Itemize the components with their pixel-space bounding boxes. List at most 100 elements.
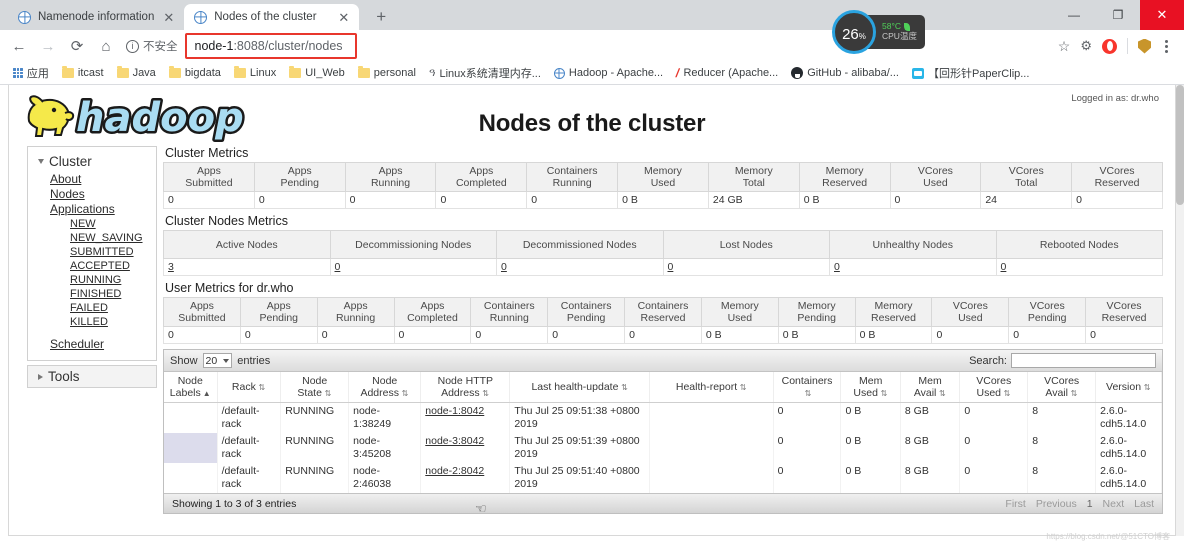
sort-icon[interactable]: ⇅: [482, 390, 490, 398]
sort-icon[interactable]: ⇅: [804, 390, 812, 398]
sort-icon[interactable]: ⇅: [1003, 390, 1011, 398]
th-node-address[interactable]: Node Address ⇅: [348, 372, 422, 403]
browser-tab-nodes-of-the-cluster[interactable]: Nodes of the cluster ✕: [184, 4, 360, 30]
bookmark-reducer-apache[interactable]: / Reducer (Apache...: [671, 65, 783, 81]
sidebar-link[interactable]: NEW_SAVING: [70, 232, 143, 244]
sidebar-link[interactable]: About: [50, 172, 81, 186]
search-input[interactable]: [1011, 353, 1156, 368]
cpu-monitor-widget[interactable]: 26% 58°C CPU温度: [832, 10, 925, 54]
sort-icon[interactable]: ⇅: [739, 384, 747, 392]
sidebar-item-nodes[interactable]: Nodes: [28, 187, 156, 202]
th-containers[interactable]: Containers⇅: [773, 372, 842, 403]
th-mem-used[interactable]: Mem Used ⇅: [840, 372, 901, 403]
pager-last[interactable]: Last: [1134, 498, 1154, 510]
th-version[interactable]: Version ⇅: [1095, 372, 1162, 403]
node-http-link[interactable]: node-3:8042: [425, 435, 484, 447]
browser-tab-namenode-information[interactable]: Namenode information ✕: [8, 4, 185, 30]
close-icon[interactable]: ✕: [161, 11, 176, 24]
extension-icon[interactable]: ⚙: [1080, 38, 1092, 54]
bookmark-github-alibaba[interactable]: GitHub - alibaba/...: [786, 66, 904, 80]
bookmark-personal[interactable]: personal: [353, 66, 421, 80]
sort-icon[interactable]: ⇅: [324, 390, 332, 398]
hadoop-logo[interactable]: hadoop hadoop: [21, 91, 271, 144]
node-http-link[interactable]: node-2:8042: [425, 465, 484, 477]
bookmark-java[interactable]: Java: [112, 66, 161, 80]
address-bar[interactable]: node-1:8088/cluster/nodes: [184, 33, 357, 59]
bookmark-star-icon[interactable]: ☆: [1058, 38, 1071, 55]
sort-icon[interactable]: ⇅: [938, 390, 946, 398]
sidebar-item-finished[interactable]: FINISHED: [28, 287, 156, 301]
sidebar-item-about[interactable]: About: [28, 172, 156, 187]
sidebar-item-failed[interactable]: FAILED: [28, 301, 156, 315]
pager-first[interactable]: First: [1005, 498, 1025, 510]
page-scrollbar[interactable]: [1176, 85, 1184, 536]
shield-icon[interactable]: [1138, 38, 1151, 54]
pager-previous[interactable]: Previous: [1036, 498, 1077, 510]
bookmark-linux[interactable]: Linux: [229, 66, 281, 80]
pager-page-1[interactable]: 1: [1087, 498, 1093, 510]
th-mem-avail[interactable]: Mem Avail ⇅: [900, 372, 961, 403]
decommissioning-nodes-link[interactable]: 0: [335, 261, 341, 273]
sort-icon[interactable]: ⇅: [1070, 390, 1078, 398]
node-http-link[interactable]: node-1:8042: [425, 405, 484, 417]
bookmark-apps[interactable]: 应用: [8, 64, 54, 82]
sidebar-link[interactable]: Scheduler: [50, 337, 104, 351]
forward-icon[interactable]: →: [35, 33, 61, 59]
unhealthy-nodes-link[interactable]: 0: [834, 261, 840, 273]
new-tab-button[interactable]: +: [367, 7, 395, 27]
bookmark-linux-memory[interactable]: ዓ Linux系统清理内存...: [424, 64, 546, 82]
sort-icon[interactable]: ⇅: [1143, 384, 1151, 392]
sort-icon[interactable]: ⇅: [880, 390, 888, 398]
active-nodes-link[interactable]: 3: [168, 261, 174, 273]
sidebar-tools-box[interactable]: Tools: [27, 365, 157, 388]
sort-asc-icon[interactable]: ▲: [203, 390, 211, 398]
bookmark-paperclip[interactable]: 【回形针PaperClip...: [907, 64, 1034, 82]
sidebar-link[interactable]: FAILED: [70, 302, 108, 314]
reload-icon[interactable]: ⟳: [64, 33, 90, 59]
sidebar-item-new[interactable]: NEW: [28, 217, 156, 231]
scrollbar-thumb[interactable]: [1176, 85, 1184, 205]
sidebar-item-killed[interactable]: KILLED: [28, 315, 156, 329]
sidebar-item-applications[interactable]: Applications: [28, 202, 156, 217]
page-size-select[interactable]: 20: [202, 353, 233, 368]
home-icon[interactable]: ⌂: [93, 33, 119, 59]
bookmark-bigdata[interactable]: bigdata: [164, 66, 226, 80]
th-node-state[interactable]: Node State ⇅: [280, 372, 350, 403]
sidebar-item-scheduler[interactable]: Scheduler: [28, 337, 156, 352]
sort-icon[interactable]: ⇅: [258, 384, 266, 392]
sidebar-link[interactable]: RUNNING: [70, 274, 121, 286]
bookmark-hadoop-apache[interactable]: Hadoop - Apache...: [549, 66, 668, 80]
kebab-menu-icon[interactable]: [1161, 39, 1172, 53]
sidebar-item-running[interactable]: RUNNING: [28, 273, 156, 287]
close-window-button[interactable]: ✕: [1140, 0, 1184, 30]
sort-icon[interactable]: ⇅: [620, 384, 628, 392]
security-indicator[interactable]: i 不安全: [126, 38, 178, 54]
sidebar-link[interactable]: NEW: [70, 218, 96, 230]
th-rack[interactable]: Rack ⇅: [217, 372, 282, 403]
sidebar-link[interactable]: Nodes: [50, 187, 85, 201]
sidebar-item-accepted[interactable]: ACCEPTED: [28, 259, 156, 273]
sidebar-link[interactable]: KILLED: [70, 316, 108, 328]
lost-nodes-link[interactable]: 0: [668, 261, 674, 273]
th-vcores-avail[interactable]: VCores Avail ⇅: [1027, 372, 1097, 403]
th-vcores-used[interactable]: VCores Used ⇅: [959, 372, 1029, 403]
sidebar-item-new-saving[interactable]: NEW_SAVING: [28, 231, 156, 245]
sidebar-link[interactable]: SUBMITTED: [70, 246, 134, 258]
back-icon[interactable]: ←: [6, 33, 32, 59]
minimize-button[interactable]: —: [1052, 0, 1096, 30]
sidebar-item-submitted[interactable]: SUBMITTED: [28, 245, 156, 259]
sidebar-link[interactable]: ACCEPTED: [70, 260, 130, 272]
close-icon[interactable]: ✕: [336, 11, 351, 24]
th-node-labels[interactable]: Node Labels ▲: [164, 372, 218, 403]
sort-icon[interactable]: ⇅: [401, 390, 409, 398]
bookmark-itcast[interactable]: itcast: [57, 66, 109, 80]
decommissioned-nodes-link[interactable]: 0: [501, 261, 507, 273]
th-last-health-update[interactable]: Last health-update ⇅: [509, 372, 651, 403]
pager-next[interactable]: Next: [1103, 498, 1125, 510]
opera-icon[interactable]: [1102, 38, 1117, 54]
sidebar-cluster-header[interactable]: Cluster: [28, 151, 156, 172]
bookmark-ui-web[interactable]: UI_Web: [284, 66, 350, 80]
rebooted-nodes-link[interactable]: 0: [1001, 261, 1007, 273]
sidebar-tools-header[interactable]: Tools: [28, 366, 156, 387]
maximize-button[interactable]: ❐: [1096, 0, 1140, 30]
